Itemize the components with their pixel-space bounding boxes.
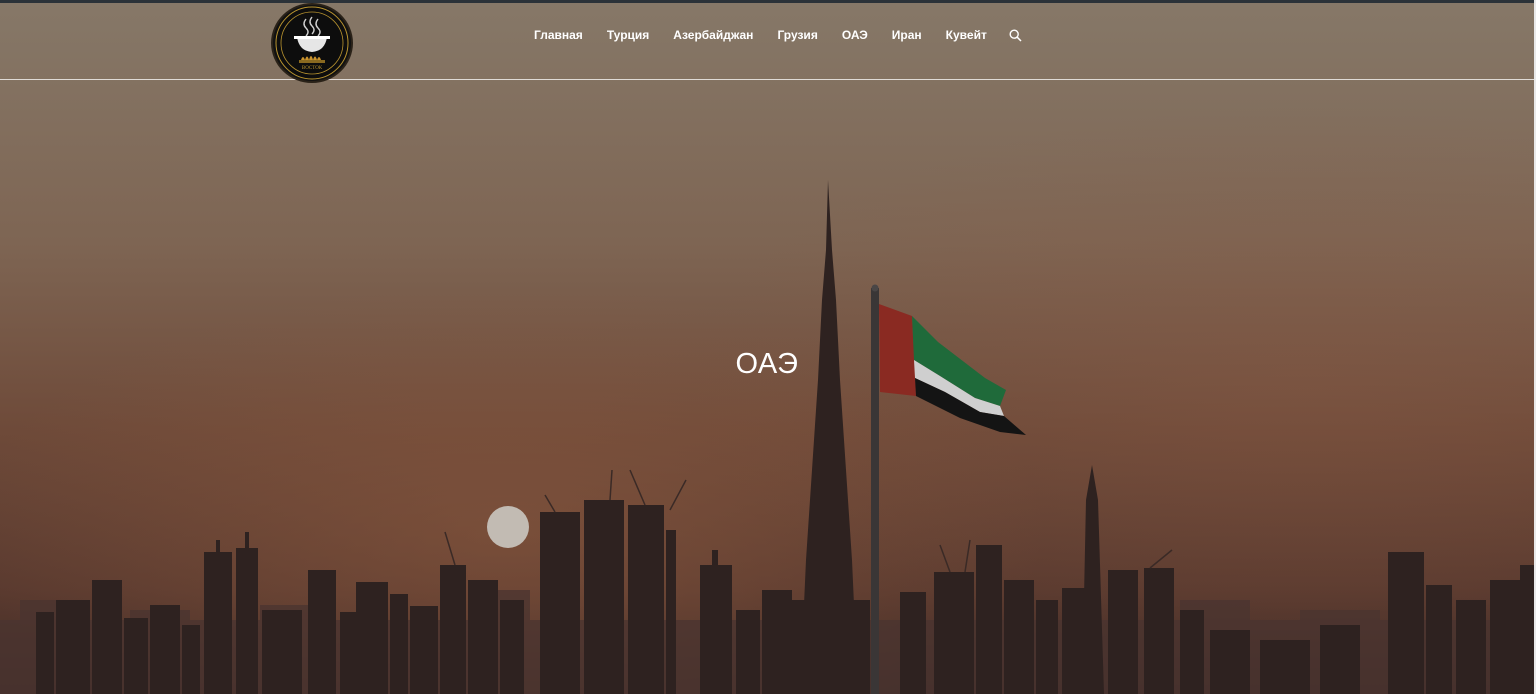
page: ВОСТОК Главная Турция Азербайджан Грузия… <box>0 0 1536 694</box>
nav-item-turkey[interactable]: Турция <box>595 25 661 45</box>
hero-title: ОАЭ <box>735 348 799 380</box>
site-header: ВОСТОК Главная Турция Азербайджан Грузия… <box>0 3 1534 81</box>
nav-item-georgia[interactable]: Грузия <box>765 25 829 45</box>
nav-item-home[interactable]: Главная <box>522 25 595 45</box>
nav-item-azerbaijan[interactable]: Азербайджан <box>661 25 765 45</box>
pot-logo-icon: ВОСТОК <box>275 6 349 80</box>
search-icon <box>1009 28 1022 42</box>
search-button[interactable] <box>1007 26 1025 44</box>
logo-text: ВОСТОК <box>302 66 323 71</box>
main-nav: Главная Турция Азербайджан Грузия ОАЭ Ир… <box>522 25 1025 45</box>
nav-item-uae[interactable]: ОАЭ <box>830 25 880 45</box>
nav-item-iran[interactable]: Иран <box>880 25 934 45</box>
site-logo[interactable]: ВОСТОК <box>273 5 351 81</box>
nav-item-kuwait[interactable]: Кувейт <box>934 25 999 45</box>
